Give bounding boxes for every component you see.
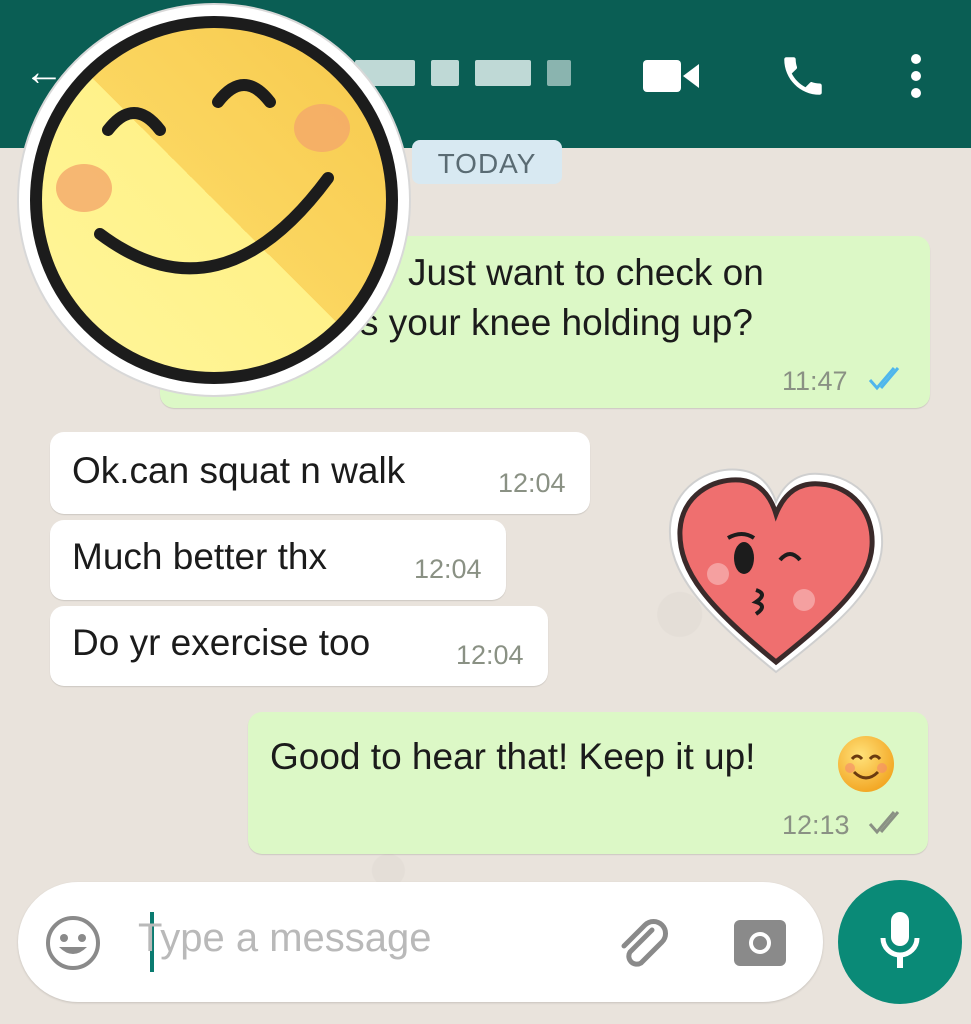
message-bubble-incoming[interactable]: Much better thx 12:04 [50,520,506,600]
message-text: Do yr exercise too [72,622,371,663]
message-time: 12:13 [782,810,850,840]
date-chip: TODAY [412,140,562,184]
message-text: Good to hear that! Keep it up! [270,736,756,777]
read-ticks-icon [868,367,900,391]
emoji-icon[interactable] [44,914,102,972]
message-time: 12:04 [414,554,482,584]
message-bubble-incoming[interactable]: Do yr exercise too 12:04 [50,606,548,686]
kissing-heart-sticker [668,468,884,674]
attach-icon[interactable] [610,912,674,976]
mic-icon [880,912,920,968]
message-input[interactable]: Type a message [138,916,432,961]
message-text: Much better thx [72,536,328,577]
video-call-icon[interactable] [642,50,702,102]
message-bubble-incoming[interactable]: Ok.can squat n walk 12:04 [50,432,590,514]
message-time: 11:47 [782,366,848,396]
message-time: 12:04 [456,640,524,670]
message-composer[interactable]: Type a message [18,882,823,1002]
camera-icon[interactable] [732,914,788,970]
message-text: Ok.can squat n walk [72,450,406,491]
delivered-ticks-icon [868,811,900,835]
message-text: Just want to check on [408,252,764,293]
smiling-face-emoji [838,736,894,792]
smiley-sticker [17,3,411,397]
message-time: 12:04 [498,468,566,498]
mic-button[interactable] [838,880,962,1004]
more-vert-icon[interactable] [886,50,946,102]
phone-icon[interactable] [773,50,833,102]
message-bubble-outgoing[interactable]: Good to hear that! Keep it up! 12:13 [248,712,928,854]
